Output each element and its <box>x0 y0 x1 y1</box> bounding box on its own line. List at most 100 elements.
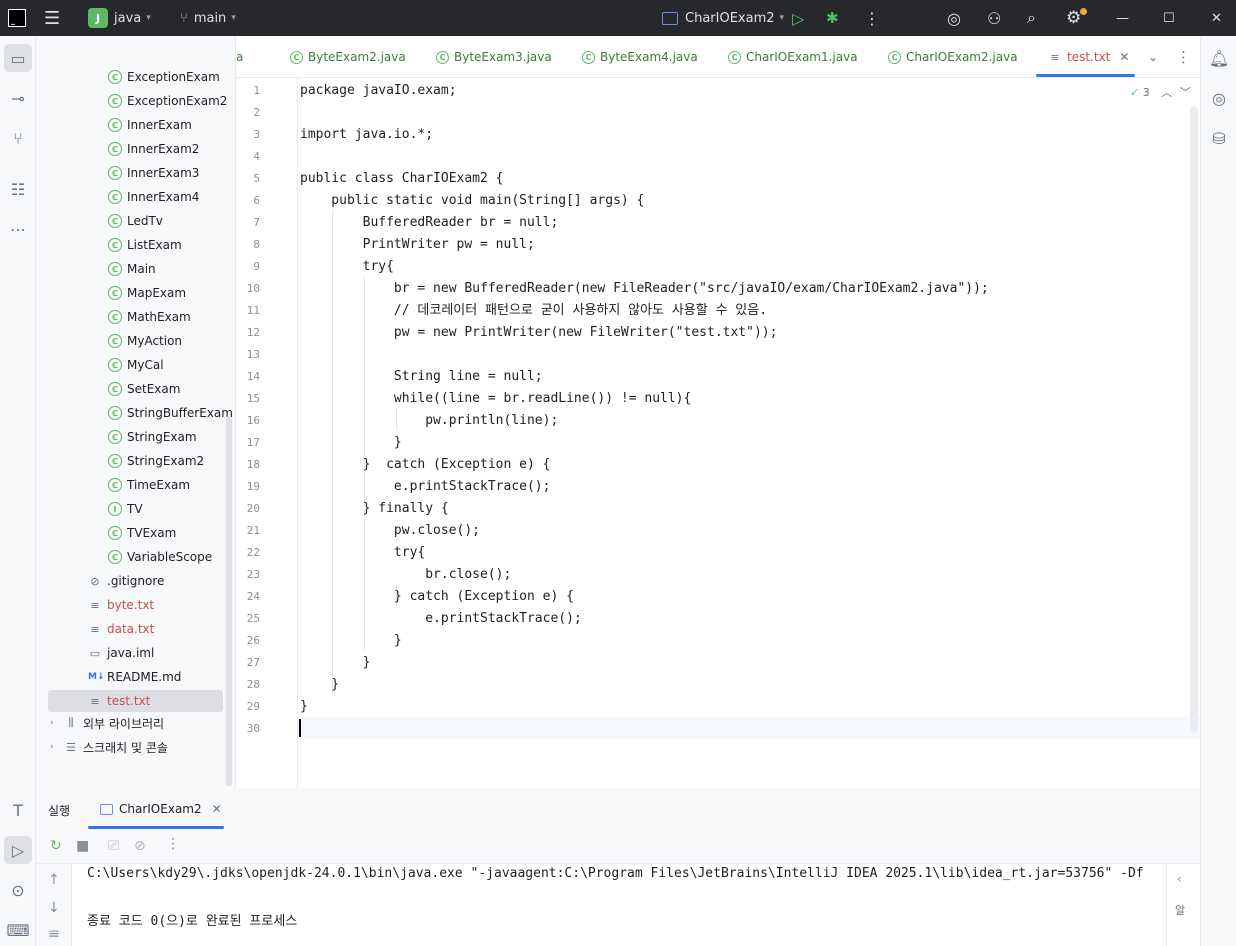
tree-item[interactable]: C ExceptionExam <box>48 66 223 88</box>
editor-scrollbar[interactable] <box>1190 106 1198 732</box>
external-libraries[interactable]: › ⫼ 외부 라이브러리 <box>50 712 164 734</box>
tree-item[interactable]: C MathExam <box>48 306 223 328</box>
rerun-icon[interactable]: ↻ <box>50 838 62 854</box>
run-icon[interactable]: ▷ <box>792 0 804 36</box>
tree-scrollbar[interactable] <box>226 416 232 786</box>
project-badge: J <box>88 8 108 28</box>
maximize-button[interactable]: ☐ <box>1163 0 1175 36</box>
tree-item[interactable]: C ListExam <box>48 234 223 256</box>
database-icon[interactable]: ⛁ <box>1205 124 1233 152</box>
tree-item[interactable]: C MyCal <box>48 354 223 376</box>
tree-item[interactable]: C InnerExam2 <box>48 138 223 160</box>
tree-item[interactable]: ≡ byte.txt <box>48 594 223 616</box>
left-tool-strip: ▭ ⊸ ⑂ ☷ ⋯ T ▷ ⊙ ⌨ <box>0 36 36 946</box>
tab-chariorexam1[interactable]: C CharIOExam1.java <box>728 36 858 78</box>
project-folder-icon[interactable]: ▭ <box>4 44 32 72</box>
services-icon[interactable]: ⊙ <box>4 876 32 904</box>
tree-item[interactable]: I TV <box>48 498 223 520</box>
text-file-icon: ≡ <box>90 622 100 636</box>
inspection-widget[interactable]: ✓ 3 ︿ ﹀ <box>1130 84 1191 100</box>
tree-item[interactable]: ⊘ .gitignore <box>48 570 223 592</box>
more-tools-icon[interactable]: ⋯ <box>4 215 32 243</box>
tree-item[interactable]: C SetExam <box>48 378 223 400</box>
pull-request-icon[interactable]: ⑂ <box>4 124 32 152</box>
tree-item-label: ExceptionExam2 <box>127 94 228 108</box>
tree-item[interactable]: C StringBufferExam <box>48 402 233 424</box>
minimize-button[interactable]: — <box>1116 0 1129 36</box>
notifications-bell-icon[interactable]: 🔔︎ <box>1205 44 1233 72</box>
close-run-tab-icon[interactable]: ✕ <box>212 802 222 816</box>
tab-more-icon[interactable]: ⋮ <box>1176 36 1191 78</box>
class-icon: C <box>108 430 122 444</box>
code-line: PrintWriter pw = null; <box>300 237 535 252</box>
tree-item[interactable]: C InnerExam4 <box>48 186 223 208</box>
class-icon: C <box>108 478 122 492</box>
branch-icon: ⑂ <box>180 10 188 26</box>
branch-name: main <box>193 10 227 26</box>
wrap-icon[interactable]: ≡ <box>48 926 60 942</box>
run-tab[interactable]: CharIOExam2 ✕ <box>100 788 222 830</box>
ai-side-label[interactable]: 알 <box>1175 902 1185 918</box>
tree-item[interactable]: C MapExam <box>48 282 223 304</box>
structure-icon[interactable]: ☷ <box>4 175 32 203</box>
search-icon[interactable]: ⌕ <box>1027 0 1036 36</box>
tree-item[interactable]: ▭ java.iml <box>48 642 223 664</box>
tree-item[interactable]: ≡ test.txt <box>48 690 223 712</box>
settings-gear-icon[interactable]: ⚙ <box>1066 0 1087 36</box>
tree-item-label: SetExam <box>127 382 181 396</box>
ai-chat-icon[interactable]: ◎ <box>1205 84 1233 112</box>
tree-item-label: byte.txt <box>107 598 155 612</box>
text-file-icon: ≡ <box>90 694 100 708</box>
line-number-gutter: 1 2 3 4 5 6 7 8 9 10 11 12 13 14 15 16 17 18 19 20 21 22 23 24 2… <box>236 78 298 788</box>
tree-item[interactable]: C MyAction <box>48 330 223 352</box>
arrow-up-icon[interactable]: ↑ <box>48 872 60 888</box>
commit-icon[interactable]: ⊸ <box>4 84 32 112</box>
tree-item[interactable]: C StringExam <box>48 426 223 448</box>
tree-item[interactable]: C Main <box>48 258 223 280</box>
chevron-down-icon[interactable]: ﹀ <box>1180 86 1191 99</box>
tree-item[interactable]: C InnerExam3 <box>48 162 223 184</box>
tab-byteexam4[interactable]: C ByteExam4.java <box>582 36 698 78</box>
scratches-consoles[interactable]: › ☰ 스크래치 및 콘솔 <box>50 736 168 758</box>
run-tool-icon[interactable]: ▷ <box>4 836 32 864</box>
close-button[interactable]: ✕ <box>1211 0 1222 36</box>
tree-item[interactable]: M↓ README.md <box>48 666 223 688</box>
add-user-icon[interactable]: ⚇ <box>987 0 1001 36</box>
build-hammer-icon[interactable]: T <box>4 796 32 824</box>
tab-partial[interactable]: a <box>236 36 243 78</box>
more-icon[interactable]: ⋮ <box>166 836 180 852</box>
tree-item[interactable]: C TimeExam <box>48 474 223 496</box>
camera-icon[interactable]: ⎚ <box>108 838 119 854</box>
tree-item[interactable]: C LedTv <box>48 210 223 232</box>
text-file-icon: ≡ <box>90 598 100 612</box>
tree-item[interactable]: C StringExam2 <box>48 450 223 472</box>
more-icon[interactable]: ⋮ <box>864 0 880 36</box>
tree-item[interactable]: C VariableScope <box>48 546 223 568</box>
code-editor[interactable]: package javaIO.exam; import java.io.*; pub… <box>298 78 1200 788</box>
tree-item[interactable]: C InnerExam <box>48 114 223 136</box>
tab-list-chevron-icon[interactable]: ⌄ <box>1148 36 1158 78</box>
chevron-up-icon[interactable]: ︿ <box>1161 86 1172 99</box>
tree-item[interactable]: C ExceptionExam2 <box>48 90 227 112</box>
stop-icon[interactable]: ■ <box>76 838 89 854</box>
branch-selector[interactable]: ⑂ main ▾ <box>180 0 236 36</box>
terminal-icon[interactable]: ⌨ <box>4 916 32 944</box>
main-menu-icon[interactable]: ☰ <box>44 0 60 36</box>
close-tab-icon[interactable]: ✕ <box>1119 50 1129 64</box>
screenshot-icon[interactable]: ⊘ <box>134 838 146 854</box>
run-config-selector[interactable]: CharIOExam2 ▾ <box>662 0 784 36</box>
tab-byteexam2[interactable]: C ByteExam2.java <box>290 36 406 78</box>
chevron-left-icon[interactable]: ‹ <box>1177 872 1182 886</box>
project-selector[interactable]: J java ▾ <box>88 0 151 36</box>
tab-test-txt[interactable]: ≡ test.txt ✕ <box>1048 36 1129 78</box>
class-icon: C <box>108 334 122 348</box>
app-logo-icon[interactable]: _ <box>8 0 26 36</box>
tree-item[interactable]: C TVExam <box>48 522 223 544</box>
tab-chariorexam2[interactable]: C CharIOExam2.java <box>888 36 1018 78</box>
debug-icon[interactable]: ✱ <box>826 0 839 36</box>
tree-item[interactable]: ≡ data.txt <box>48 618 223 640</box>
tab-byteexam3[interactable]: C ByteExam3.java <box>436 36 552 78</box>
ai-assistant-icon[interactable]: ◎ <box>947 0 961 36</box>
arrow-down-icon[interactable]: ↓ <box>48 900 60 916</box>
code-line: } <box>300 655 371 670</box>
